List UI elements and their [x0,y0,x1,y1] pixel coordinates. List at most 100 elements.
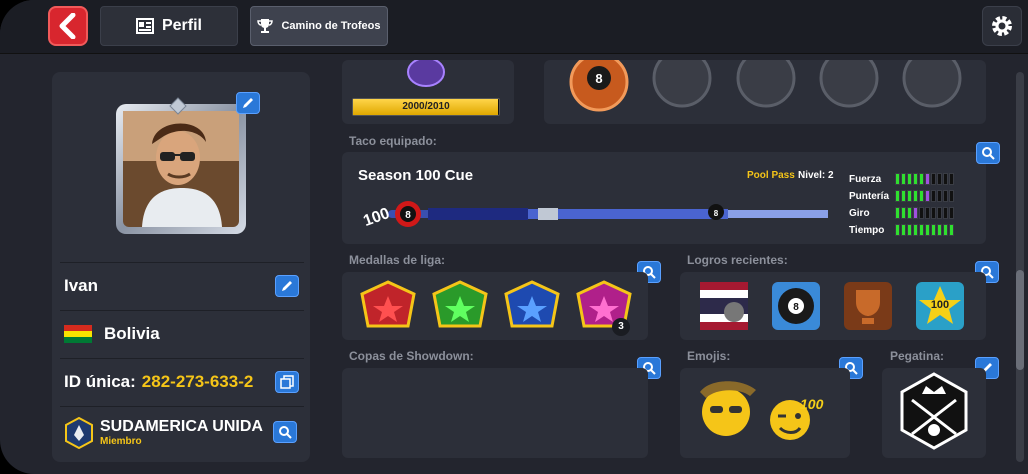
stat-segment [919,207,924,219]
back-button[interactable] [48,6,88,46]
stat-segment [937,207,942,219]
copy-id-button[interactable] [275,371,299,393]
achievements-label: Logros recientes: [687,253,788,267]
svg-text:8: 8 [714,209,719,218]
country-row: Bolivia [60,310,304,356]
league-medals-label: Medallas de liga: [349,253,446,267]
stat-segment [919,224,924,236]
tab-perfil[interactable]: Perfil [100,6,238,46]
stat-segment [901,173,906,185]
swords-trophy-icon [902,48,962,108]
edit-avatar-button[interactable] [236,92,260,114]
edit-name-button[interactable] [275,275,299,297]
stat-segment [949,190,954,202]
cue-image: 8 8 100 [361,201,828,230]
stat-giro: Giro [849,206,954,220]
achievement-100-text: 100 [930,299,950,311]
diamond-trophy-icon [736,48,796,108]
cue-name: Season 100 Cue [358,167,474,184]
stat-giro-bars [895,207,954,219]
trophy-path-panel: 8 [544,48,986,124]
stat-punteria: Puntería [849,189,954,203]
stat-segment [895,207,900,219]
stat-segment [943,207,948,219]
unique-id-row: ID única: 282-273-633-2 [60,358,304,404]
cowboy-emoji-icon [700,381,756,436]
cue-search-button[interactable] [976,142,1000,164]
stat-segment [949,173,954,185]
stat-tiempo-label: Tiempo [849,224,885,236]
green-star-medal-icon [432,280,488,328]
stat-segment [931,190,936,202]
stat-segment [919,173,924,185]
stat-segment [901,190,906,202]
view-club-button[interactable] [273,421,297,443]
cue-level-label: Nivel: 2 [798,170,834,181]
avatar[interactable] [112,96,250,238]
stat-segment [925,173,930,185]
bolivia-flag-icon [64,324,92,343]
scrollbar-track[interactable] [1016,72,1024,462]
trophy-emblems: 8 [569,48,962,112]
stat-segment [931,207,936,219]
trophy-icon [257,19,274,33]
scrollbar-thumb[interactable] [1016,270,1024,370]
pencil-icon [243,98,253,108]
club-emblem-icon [65,416,93,449]
dollar-trophy-icon [819,48,879,108]
gear-icon [992,16,1012,36]
stat-segment [913,207,918,219]
pencil-icon [282,281,292,291]
crown-cues-sticker-icon [900,372,968,450]
stat-segment [925,190,930,202]
stat-segment [907,224,912,236]
level-progress-bar: 2000/2010 [352,98,500,116]
settings-button[interactable] [982,6,1022,46]
tab-camino-de-trofeos[interactable]: Camino de Trofeos [250,6,388,46]
stat-punteria-label: Puntería [849,190,890,202]
stat-giro-label: Giro [849,207,870,219]
club-name[interactable]: SUDAMERICA UNIDA [100,418,263,436]
sticker-panel [882,368,986,458]
bronze-trophy-achievement-icon [844,282,892,330]
blue-star-medal-icon [504,280,560,328]
stat-segment [937,224,942,236]
magnifier-icon [279,426,292,439]
stat-segment [937,173,942,185]
stat-segment [895,173,900,185]
unique-id-label: ID única: [64,371,136,391]
stat-segment [943,190,948,202]
cue-pass-label: Pool Pass [747,170,795,181]
top-bar: Perfil Camino de Trofeos [0,0,1028,54]
avatar-image [116,97,246,234]
chevron-left-icon [59,13,76,39]
8-ball-lightning-achievement-icon: 8 [772,282,820,330]
stat-fuerza: Fuerza [849,172,954,186]
unique-id-value: 282-273-633-2 [141,371,254,391]
cue-section-label: Taco equipado: [349,134,437,148]
stat-segment [925,224,930,236]
stat-segment [907,173,912,185]
profile-card-icon [135,18,154,34]
stat-segment [901,207,906,219]
stat-segment [913,224,918,236]
stat-fuerza-bars [895,173,954,185]
svg-text:8: 8 [405,210,411,221]
club-row: SUDAMERICA UNIDA Miembro [60,406,304,458]
league-medals-panel: 3 [342,272,648,340]
medal-count-badge: 3 [612,318,630,336]
stat-segment [895,224,900,236]
stat-segment [943,224,948,236]
stat-segment [913,173,918,185]
svg-text:8: 8 [595,71,602,86]
svg-text:8: 8 [793,302,799,313]
level-badge-icon [407,60,445,87]
player-name: Ivan [64,275,99,295]
stat-segment [949,207,954,219]
stat-segment [901,224,906,236]
level-progress-text: 2000/2010 [402,101,450,112]
stat-tiempo: Tiempo [849,223,954,237]
showdown-label: Copas de Showdown: [349,349,474,363]
copy-icon [280,375,294,389]
crown-trophy-icon [652,48,712,108]
